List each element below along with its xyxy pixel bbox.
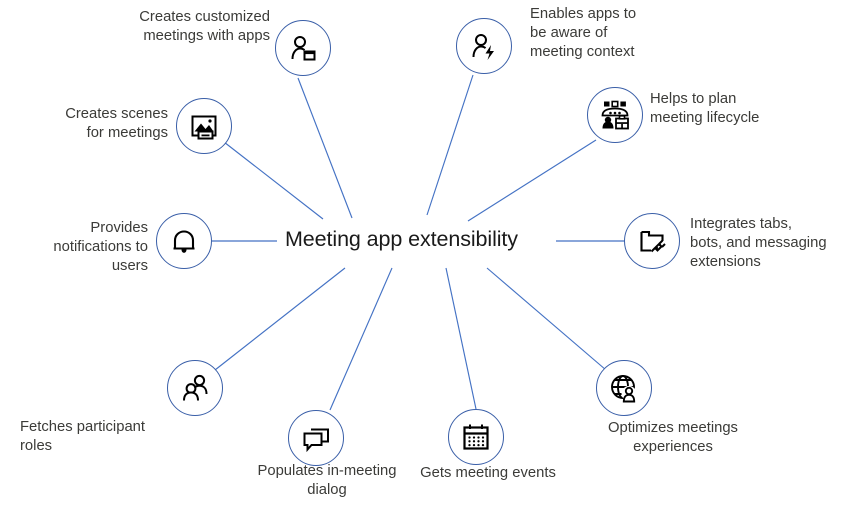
spoke-line-creates-scenes: [223, 141, 324, 220]
label-meeting-events: Gets meeting events: [420, 465, 556, 481]
label-meeting-lifecycle: Helps to plan meeting lifecycle: [650, 91, 760, 127]
node-notifications[interactable]: [156, 213, 212, 269]
spoke-line-meeting-lifecycle: [467, 139, 597, 222]
node-integrates-extensions[interactable]: [624, 213, 680, 269]
calendar-icon: [460, 421, 492, 453]
label-meeting-context: Enables apps to be aware of meeting cont…: [530, 6, 637, 61]
person-with-app-card-icon: [287, 32, 319, 64]
globe-with-person-icon: [608, 372, 640, 404]
spoke-line-meeting-context: [426, 74, 474, 216]
spoke-line-participant-roles: [214, 267, 346, 371]
node-participant-roles[interactable]: [167, 360, 223, 416]
label-integrates-extensions: Integrates tabs, bots, and messaging ext…: [690, 216, 827, 271]
spoke-line-creates-customized-meetings: [297, 77, 353, 219]
tab-with-plug-icon: [636, 225, 668, 257]
spoke-line-optimizes-experiences: [486, 267, 607, 371]
image-picture-icon: [188, 110, 220, 142]
hub-title: Meeting app extensibility: [285, 227, 518, 251]
label-participant-roles: Fetches participant roles: [20, 419, 146, 455]
meeting-room-presentation-icon: [598, 98, 632, 132]
spoke-line-in-meeting-dialog: [329, 267, 393, 411]
label-creates-scenes: Creates scenes for meetings: [65, 106, 168, 142]
spoke-line-meeting-events: [445, 267, 477, 410]
person-with-lightning-bolt-icon: [468, 30, 500, 62]
node-creates-customized-meetings[interactable]: [275, 20, 331, 76]
node-meeting-lifecycle[interactable]: [587, 87, 643, 143]
meeting-app-extensibility-diagram: Meeting app extensibility Creates scenes…: [0, 0, 860, 515]
node-meeting-events[interactable]: [448, 409, 504, 465]
label-creates-customized-meetings: Creates customized meetings with apps: [139, 9, 270, 45]
bell-icon: [168, 225, 200, 257]
label-notifications: Provides notifications to users: [53, 220, 148, 275]
node-in-meeting-dialog[interactable]: [288, 410, 344, 466]
node-meeting-context[interactable]: [456, 18, 512, 74]
two-people-icon: [179, 372, 211, 404]
label-optimizes-experiences: Optimizes meetings experiences: [608, 420, 738, 456]
node-creates-scenes[interactable]: [176, 98, 232, 154]
node-optimizes-experiences[interactable]: [596, 360, 652, 416]
label-in-meeting-dialog: Populates in-meeting dialog: [257, 463, 397, 499]
chat-bubbles-icon: [300, 422, 332, 454]
